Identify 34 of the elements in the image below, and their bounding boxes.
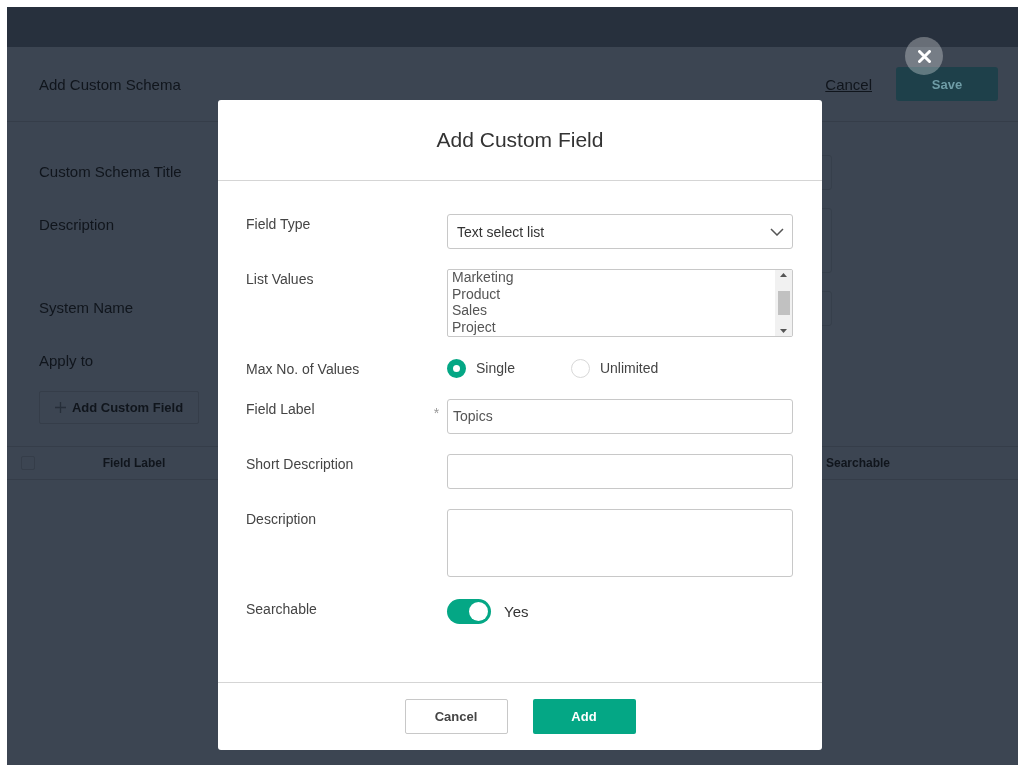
save-button[interactable]: Save [896,67,998,101]
field-label: List Values [246,270,315,289]
required-mark: * [432,404,441,423]
input-field[interactable] [447,454,793,489]
field-label: Field Type [246,215,312,234]
field-label: Short Description [246,455,355,474]
cancel-button[interactable]: Cancel [404,699,508,734]
radio-label: Unlimited [599,360,659,376]
toggle-label: Yes [504,603,529,620]
radio-option[interactable]: Single [447,358,515,378]
list-value[interactable]: Marketing [452,270,775,286]
radio-button[interactable] [447,358,466,378]
scroll-up-arrow-icon[interactable] [780,273,787,277]
textarea-field[interactable] [447,509,793,577]
radio-option[interactable]: Unlimited [570,358,659,378]
list-value[interactable]: Product [452,285,775,302]
field-label: Max No. of Values [246,360,361,379]
scrollbar[interactable] [775,270,792,336]
scroll-down-arrow-icon[interactable] [780,329,787,333]
toggle-switch[interactable] [447,599,491,624]
field-label: Searchable [246,600,318,619]
plus-icon [54,402,66,413]
list-values-box[interactable]: Marketing Product Sales Project [447,269,793,337]
input-field[interactable]: Topics [447,399,793,434]
field-type-dropdown[interactable]: Text select list [447,214,793,249]
field-label: Description [246,510,318,529]
field-label: Field Label [246,400,316,419]
radio-label: Single [476,360,515,376]
close-button[interactable] [905,37,943,75]
list-value[interactable]: Project [452,318,775,335]
dialog-title: Add Custom Field [436,128,604,152]
list-value[interactable]: Sales [452,302,775,319]
close-icon [917,49,931,63]
chevron-down-icon [770,227,784,236]
